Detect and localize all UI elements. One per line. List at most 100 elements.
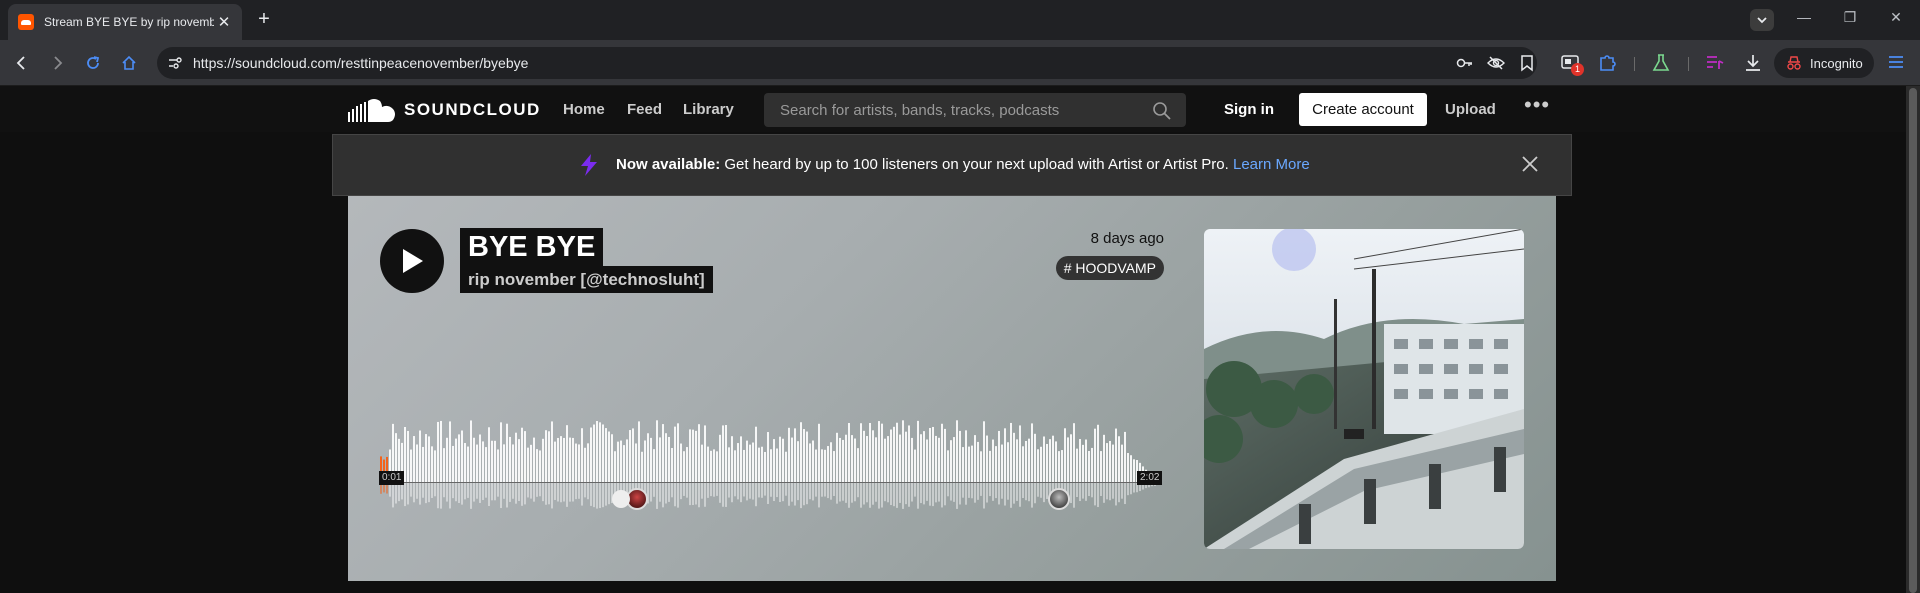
waveform-bar	[695, 430, 697, 482]
waveform-bar	[674, 426, 676, 482]
comment-avatar[interactable]	[612, 490, 630, 508]
nav-library[interactable]: Library	[683, 101, 734, 118]
waveform-reflection-bar	[662, 483, 664, 508]
waveform-reflection-bar	[389, 483, 391, 497]
waveform-reflection-bar	[575, 483, 577, 500]
waveform-reflection-bar	[470, 483, 472, 509]
waveform-bar	[1133, 459, 1135, 482]
waveform-reflection-bar	[398, 483, 400, 502]
close-window-icon[interactable]: ✕	[1873, 9, 1919, 26]
browser-tab[interactable]: Stream BYE BYE by rip november ✕	[8, 4, 242, 40]
waveform-bar	[710, 450, 712, 482]
waveform-reflection-bar	[866, 483, 868, 503]
waveform-bar	[545, 430, 547, 482]
waveform-reflection-bar	[602, 483, 604, 508]
waveform-reflection-bar	[557, 483, 559, 502]
waveform-reflection-bar	[1043, 483, 1045, 503]
back-icon[interactable]	[12, 53, 32, 73]
eye-off-icon[interactable]	[1487, 54, 1505, 72]
search-icon[interactable]	[1152, 101, 1172, 121]
waveform-bar	[1127, 453, 1129, 482]
waveform-bar	[530, 444, 532, 482]
waveform-reflection-bar	[932, 483, 934, 507]
waveform-bar	[1052, 435, 1054, 482]
banner-message: Now available: Get heard by up to 100 li…	[616, 156, 1310, 173]
password-key-icon[interactable]	[1456, 54, 1474, 72]
extension-badge-icon[interactable]: 1	[1561, 53, 1584, 76]
waveform-reflection-bar	[788, 483, 790, 506]
waveform-reflection-bar	[458, 483, 460, 503]
artist-name[interactable]: rip november [@technosluht]	[460, 266, 713, 293]
address-bar[interactable]: https://soundcloud.com/resttinpeacenovem…	[157, 47, 1537, 79]
waveform-bar	[413, 436, 415, 482]
waveform-reflection-bar	[608, 483, 610, 505]
restore-icon[interactable]: ❐	[1827, 9, 1873, 26]
forward-icon[interactable]	[47, 53, 67, 73]
minimize-icon[interactable]: —	[1781, 9, 1827, 25]
waveform-bar	[998, 430, 1000, 482]
waveform-bar	[1022, 446, 1024, 482]
waveform-bar	[407, 430, 409, 482]
create-account-button[interactable]: Create account	[1299, 93, 1427, 126]
genre-tag[interactable]: # HOODVAMP	[1055, 256, 1164, 280]
more-options-icon[interactable]: •••	[1524, 92, 1550, 118]
tab-close-icon[interactable]: ✕	[216, 13, 232, 31]
waveform-bar	[854, 438, 856, 482]
waveform-bar	[866, 436, 868, 482]
waveform-reflection-bar	[1097, 483, 1099, 508]
waveform-bar	[797, 441, 799, 482]
soundcloud-logo[interactable]: SOUNDCLOUD	[348, 98, 541, 122]
bookmark-icon[interactable]	[1518, 54, 1536, 72]
nav-feed[interactable]: Feed	[627, 101, 662, 118]
site-settings-icon[interactable]	[167, 55, 183, 71]
play-button[interactable]	[380, 229, 444, 293]
learn-more-link[interactable]: Learn More	[1233, 156, 1310, 173]
waveform-reflection-bar	[527, 483, 529, 498]
upload-link[interactable]: Upload	[1445, 101, 1496, 118]
waveform-reflection-bar	[899, 483, 901, 503]
waveform-bar	[1070, 434, 1072, 482]
waveform[interactable]	[380, 420, 1162, 512]
incognito-indicator[interactable]: Incognito	[1774, 48, 1874, 78]
waveform-reflection-bar	[860, 483, 862, 508]
scrollbar-thumb[interactable]	[1909, 88, 1917, 593]
waveform-reflection-bar	[473, 483, 475, 502]
waveform-reflection-bar	[941, 483, 943, 508]
waveform-reflection-bar	[1040, 483, 1042, 498]
home-icon[interactable]	[119, 53, 139, 73]
waveform-bar	[938, 437, 940, 482]
flask-icon[interactable]	[1652, 53, 1670, 73]
search-input[interactable]	[764, 93, 1144, 127]
waveform-bar	[1055, 441, 1057, 482]
comment-avatar[interactable]	[1048, 488, 1070, 510]
nav-home[interactable]: Home	[563, 101, 605, 118]
waveform-reflection-bar	[479, 483, 481, 503]
waveform-reflection-bar	[410, 483, 412, 497]
waveform-reflection-bar	[962, 483, 964, 498]
new-tab-icon[interactable]: +	[252, 8, 276, 32]
waveform-reflection-bar	[971, 483, 973, 499]
download-icon[interactable]	[1744, 53, 1762, 73]
tab-search-button[interactable]	[1750, 9, 1774, 31]
sign-in-link[interactable]: Sign in	[1224, 101, 1274, 118]
puzzle-extension-icon[interactable]	[1598, 53, 1616, 73]
waveform-bar	[1025, 440, 1027, 482]
waveform-reflection-bar	[581, 483, 583, 506]
waveform-reflection-bar	[1001, 483, 1003, 499]
waveform-bar	[572, 437, 574, 482]
current-time: 0:01	[379, 471, 405, 485]
waveform-bar	[434, 450, 436, 482]
close-banner-icon[interactable]	[1520, 154, 1540, 174]
reload-icon[interactable]	[83, 53, 103, 73]
waveform-bar	[713, 449, 715, 482]
page-scrollbar[interactable]	[1906, 86, 1920, 593]
waveform-bar	[665, 433, 667, 482]
waveform-reflection-bar	[956, 483, 958, 509]
track-artwork[interactable]	[1204, 229, 1524, 549]
media-queue-icon[interactable]	[1705, 53, 1725, 73]
waveform-reflection-bar	[815, 483, 817, 497]
waveform-reflection-bar	[524, 483, 526, 505]
waveform-reflection-bar	[959, 483, 961, 505]
menu-icon[interactable]	[1887, 53, 1905, 71]
waveform-bar	[518, 439, 520, 482]
